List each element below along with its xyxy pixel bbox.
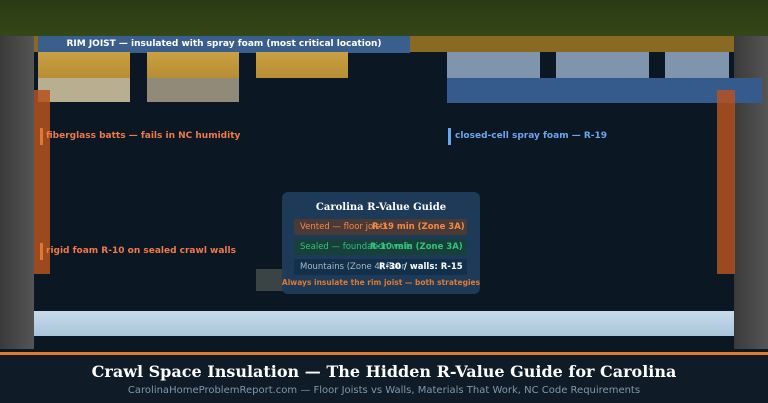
floor-joist-bay bbox=[147, 52, 239, 78]
rigid-foam-wall-right bbox=[717, 90, 735, 274]
spray-foam-bay bbox=[447, 52, 540, 78]
guide-row-value: R-10 min (Zone 3A) bbox=[370, 242, 463, 252]
fiberglass-batt bbox=[38, 78, 130, 102]
spray-foam-bay bbox=[556, 52, 649, 78]
rigid-foam-label: rigid foam R-10 on sealed crawl walls bbox=[46, 246, 236, 256]
spray-foam-layer bbox=[447, 78, 762, 103]
page-title: Crawl Space Insulation — The Hidden R-Va… bbox=[91, 362, 677, 381]
guide-note: Always insulate the rim joist — both str… bbox=[281, 278, 481, 287]
guide-row-value: R-30 / walls: R-15 bbox=[379, 262, 463, 272]
closed-cell-label: closed-cell spray foam — R-19 bbox=[455, 131, 608, 141]
floor-joist-bay bbox=[256, 52, 348, 78]
floor-joist-bay bbox=[38, 52, 130, 78]
guide-row-value: R-19 min (Zone 3A) bbox=[372, 222, 465, 232]
callout-marker bbox=[448, 128, 451, 145]
ground-surface bbox=[0, 0, 768, 36]
left-foundation-wall bbox=[0, 36, 34, 349]
vapor-barrier bbox=[34, 311, 734, 336]
callout-marker bbox=[40, 243, 43, 260]
guide-title: Carolina R-Value Guide bbox=[315, 202, 447, 213]
fiberglass-batt-sagging bbox=[147, 78, 239, 102]
rim-joist-label: RIM JOIST — insulated with spray foam (m… bbox=[38, 36, 410, 53]
fiberglass-label: fiberglass batts — fails in NC humidity bbox=[46, 131, 241, 141]
spray-foam-bay bbox=[665, 52, 729, 78]
page-subtitle: CarolinaHomeProblemReport.com — Floor Jo… bbox=[127, 385, 641, 396]
callout-marker bbox=[40, 128, 43, 145]
